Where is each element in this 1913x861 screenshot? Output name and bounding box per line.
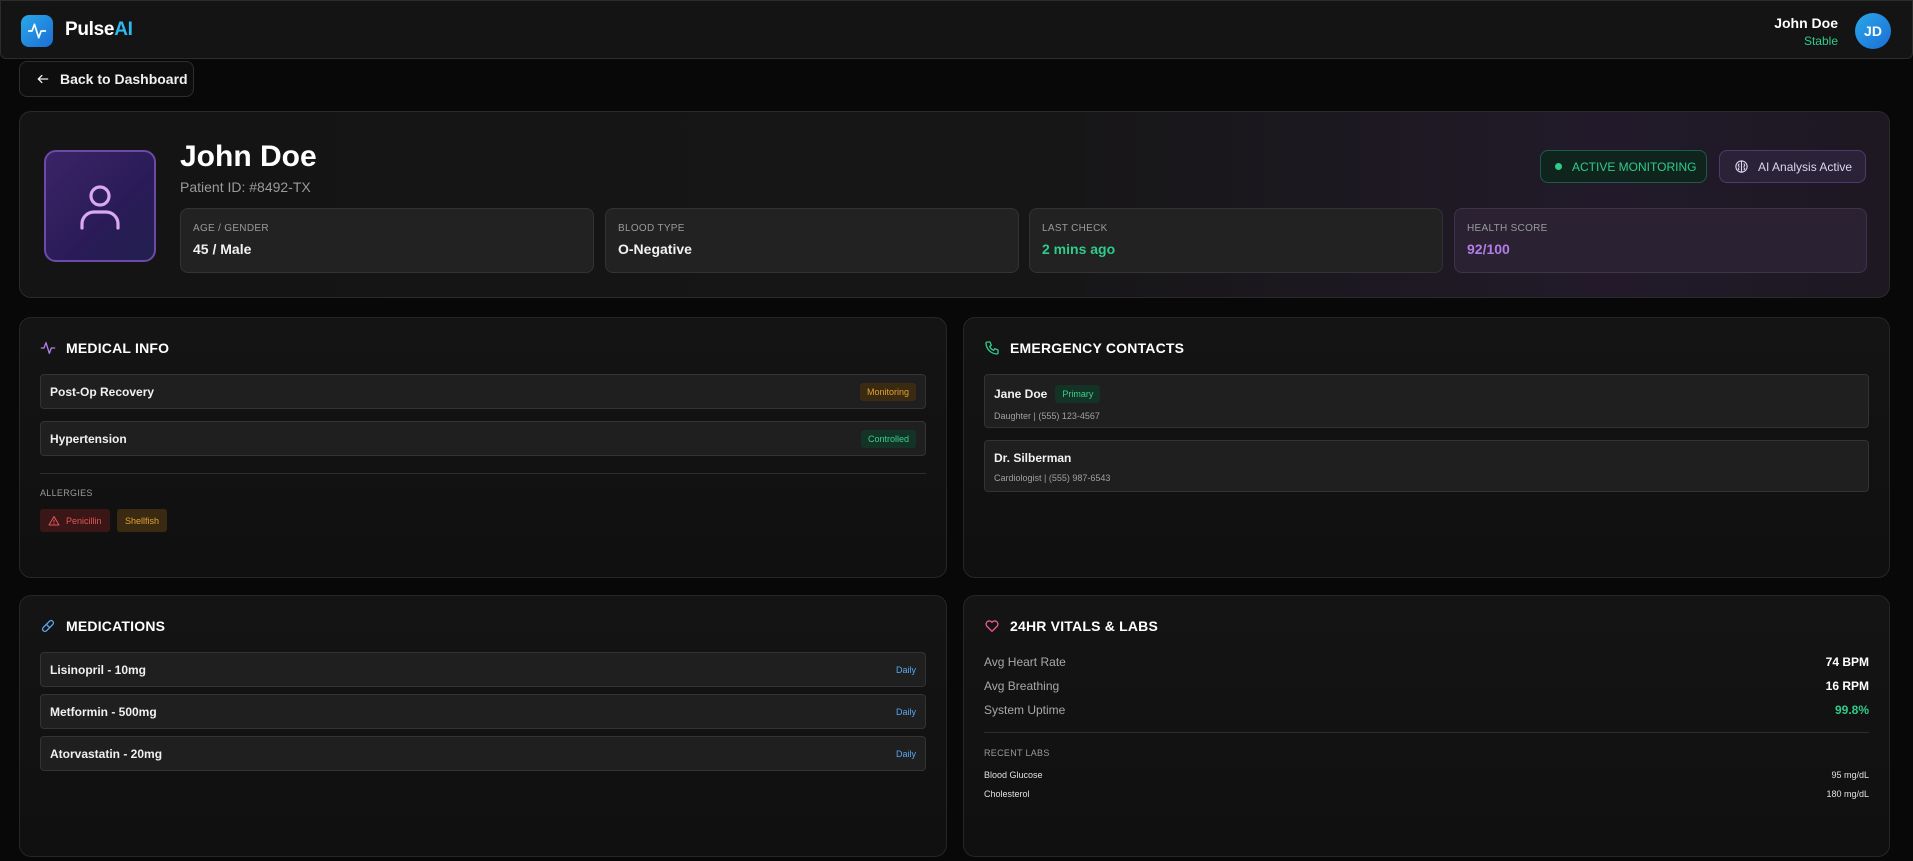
contact-name: Jane Doe [994,387,1048,401]
patient-name: John Doe [180,140,317,173]
allergies-label: ALLERGIES [40,488,93,498]
warning-triangle-icon [48,515,60,525]
patient-avatar [44,150,156,262]
arrow-left-icon [37,74,49,84]
medication-row[interactable]: Atorvastatin - 20mg Daily [40,736,926,771]
ai-analysis-badge[interactable]: AI Analysis Active [1719,150,1866,183]
pulse-logo-icon[interactable] [21,15,53,47]
pill-icon [41,619,55,633]
condition-row[interactable]: Post-Op Recovery Monitoring [40,374,926,409]
stat-blood-type: BLOOD TYPE O-Negative [605,208,1019,273]
user-name: John Doe [1774,15,1838,31]
medications-card: MEDICATIONS Lisinopril - 10mg Daily Metf… [19,595,947,857]
emergency-contacts-card: EMERGENCY CONTACTS Jane Doe Primary Daug… [963,317,1890,578]
stat-health-score: HEALTH SCORE 92/100 [1454,208,1867,273]
medical-info-title: MEDICAL INFO [40,340,169,356]
heart-icon [985,620,999,632]
patient-id: Patient ID: #8492-TX [180,179,311,195]
status-dot-icon [1555,163,1562,170]
divider [40,473,926,474]
patient-header-card: John Doe Patient ID: #8492-TX ACTIVE MON… [19,111,1890,298]
user-icon [80,185,120,230]
stat-last-check: LAST CHECK 2 mins ago [1029,208,1443,273]
status-badge: Monitoring [859,382,916,401]
brain-icon [1735,160,1748,173]
contact-card[interactable]: Jane Doe Primary Daughter | (555) 123-45… [984,374,1869,428]
lab-row: Cholesterol 180 mg/dL [984,789,1869,799]
phone-icon [985,341,999,355]
primary-badge: Primary [1055,385,1101,403]
contact-details: Cardiologist | (555) 987-6543 [994,473,1111,483]
user-status: Stable [1803,34,1838,48]
medications-title: MEDICATIONS [40,618,165,634]
medication-row[interactable]: Lisinopril - 10mg Daily [40,652,926,687]
contact-details: Daughter | (555) 123-4567 [994,411,1100,421]
medical-info-card: MEDICAL INFO Post-Op Recovery Monitoring… [19,317,947,578]
frequency-label: Daily [895,748,916,759]
medication-row[interactable]: Metformin - 500mg Daily [40,694,926,729]
recent-labs-label: RECENT LABS [984,748,1050,758]
vital-row: System Uptime 99.8% [984,703,1869,717]
contact-name: Dr. Silberman [994,451,1072,465]
divider [984,732,1869,733]
status-badge: Controlled [860,429,916,448]
back-button-label: Back to Dashboard [60,71,188,87]
emergency-contacts-title: EMERGENCY CONTACTS [984,340,1184,356]
frequency-label: Daily [895,706,916,717]
condition-row[interactable]: Hypertension Controlled [40,421,926,456]
back-to-dashboard-button[interactable]: Back to Dashboard [19,61,194,97]
activity-icon [40,342,56,354]
allergy-tag-penicillin[interactable]: Penicillin [40,509,110,532]
vital-row: Avg Heart Rate 74 BPM [984,655,1869,669]
vital-row: Avg Breathing 16 RPM [984,679,1869,693]
user-avatar[interactable]: JD [1855,13,1891,49]
contact-card[interactable]: Dr. Silberman Cardiologist | (555) 987-6… [984,440,1869,492]
lab-row: Blood Glucose 95 mg/dL [984,770,1869,780]
vitals-title: 24HR VITALS & LABS [984,618,1158,634]
allergy-tag-shellfish[interactable]: Shellfish [117,509,168,532]
brand-name[interactable]: PulseAI [65,19,133,41]
stat-age-gender: AGE / GENDER 45 / Male [180,208,594,273]
active-monitoring-badge[interactable]: ACTIVE MONITORING [1540,150,1707,183]
top-nav-bar: PulseAI John Doe Stable JD [0,0,1913,59]
vitals-labs-card: 24HR VITALS & LABS Avg Heart Rate 74 BPM… [963,595,1890,857]
frequency-label: Daily [895,664,916,675]
